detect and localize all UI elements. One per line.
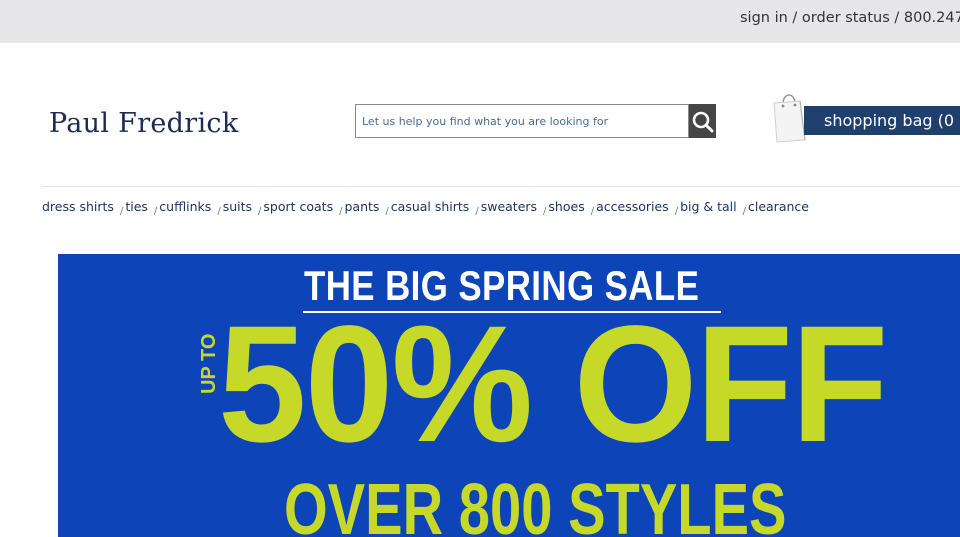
banner-subline: OVER 800 STYLES [284,470,787,537]
utility-separator: / [889,10,904,26]
search-icon [692,111,714,133]
phone-number: 800.247. [903,10,960,26]
nav-item-sweaters[interactable]: sweaters [481,199,537,214]
nav-item-sport-coats[interactable]: sport coats [263,199,333,214]
nav-item-accessories[interactable]: accessories [596,199,669,214]
header-divider [42,186,960,187]
nav-item-cufflinks[interactable]: cufflinks [159,199,211,214]
utility-bar: sign in / order status / 800.247. [0,0,960,43]
nav-separator: / [742,206,746,217]
search-button[interactable] [689,104,716,138]
nav-separator: / [119,206,124,217]
shopping-bag-button[interactable]: shopping bag (0 [804,106,960,135]
nav-separator: / [385,206,389,217]
nav-separator: / [590,206,595,217]
nav-separator: / [674,206,679,217]
order-status-link[interactable]: order status [802,10,890,26]
promo-banner[interactable]: THE BIG SPRING SALE UP TO 50% OFF OVER 8… [58,254,960,537]
utility-links: sign in / order status / 800.247. [740,10,960,26]
utility-separator: / [787,10,802,26]
nav-separator: / [217,206,221,217]
nav-separator: / [258,206,262,217]
nav-item-pants[interactable]: pants [344,199,379,214]
nav-separator: / [475,206,479,217]
brand-logo[interactable]: Paul Fredrick [49,108,239,139]
nav-separator: / [153,206,158,217]
shopping-bag-icon[interactable] [772,90,806,144]
banner-offer: 50% OFF [218,292,888,477]
nav-item-suits[interactable]: suits [223,199,252,214]
nav-separator: / [543,206,547,217]
nav-item-ties[interactable]: ties [125,199,148,214]
nav-item-shoes[interactable]: shoes [548,199,584,214]
nav-item-clearance[interactable]: clearance [748,199,809,214]
search-input[interactable] [355,104,689,138]
nav-separator: / [339,206,343,217]
sign-in-link[interactable]: sign in [740,10,788,26]
nav-item-big-tall[interactable]: big & tall [680,199,737,214]
nav-item-casual-shirts[interactable]: casual shirts [391,199,470,214]
nav-item-dress-shirts[interactable]: dress shirts [42,199,114,214]
category-nav: dress shirts / ties / cufflinks / suits / sport … [42,199,809,217]
